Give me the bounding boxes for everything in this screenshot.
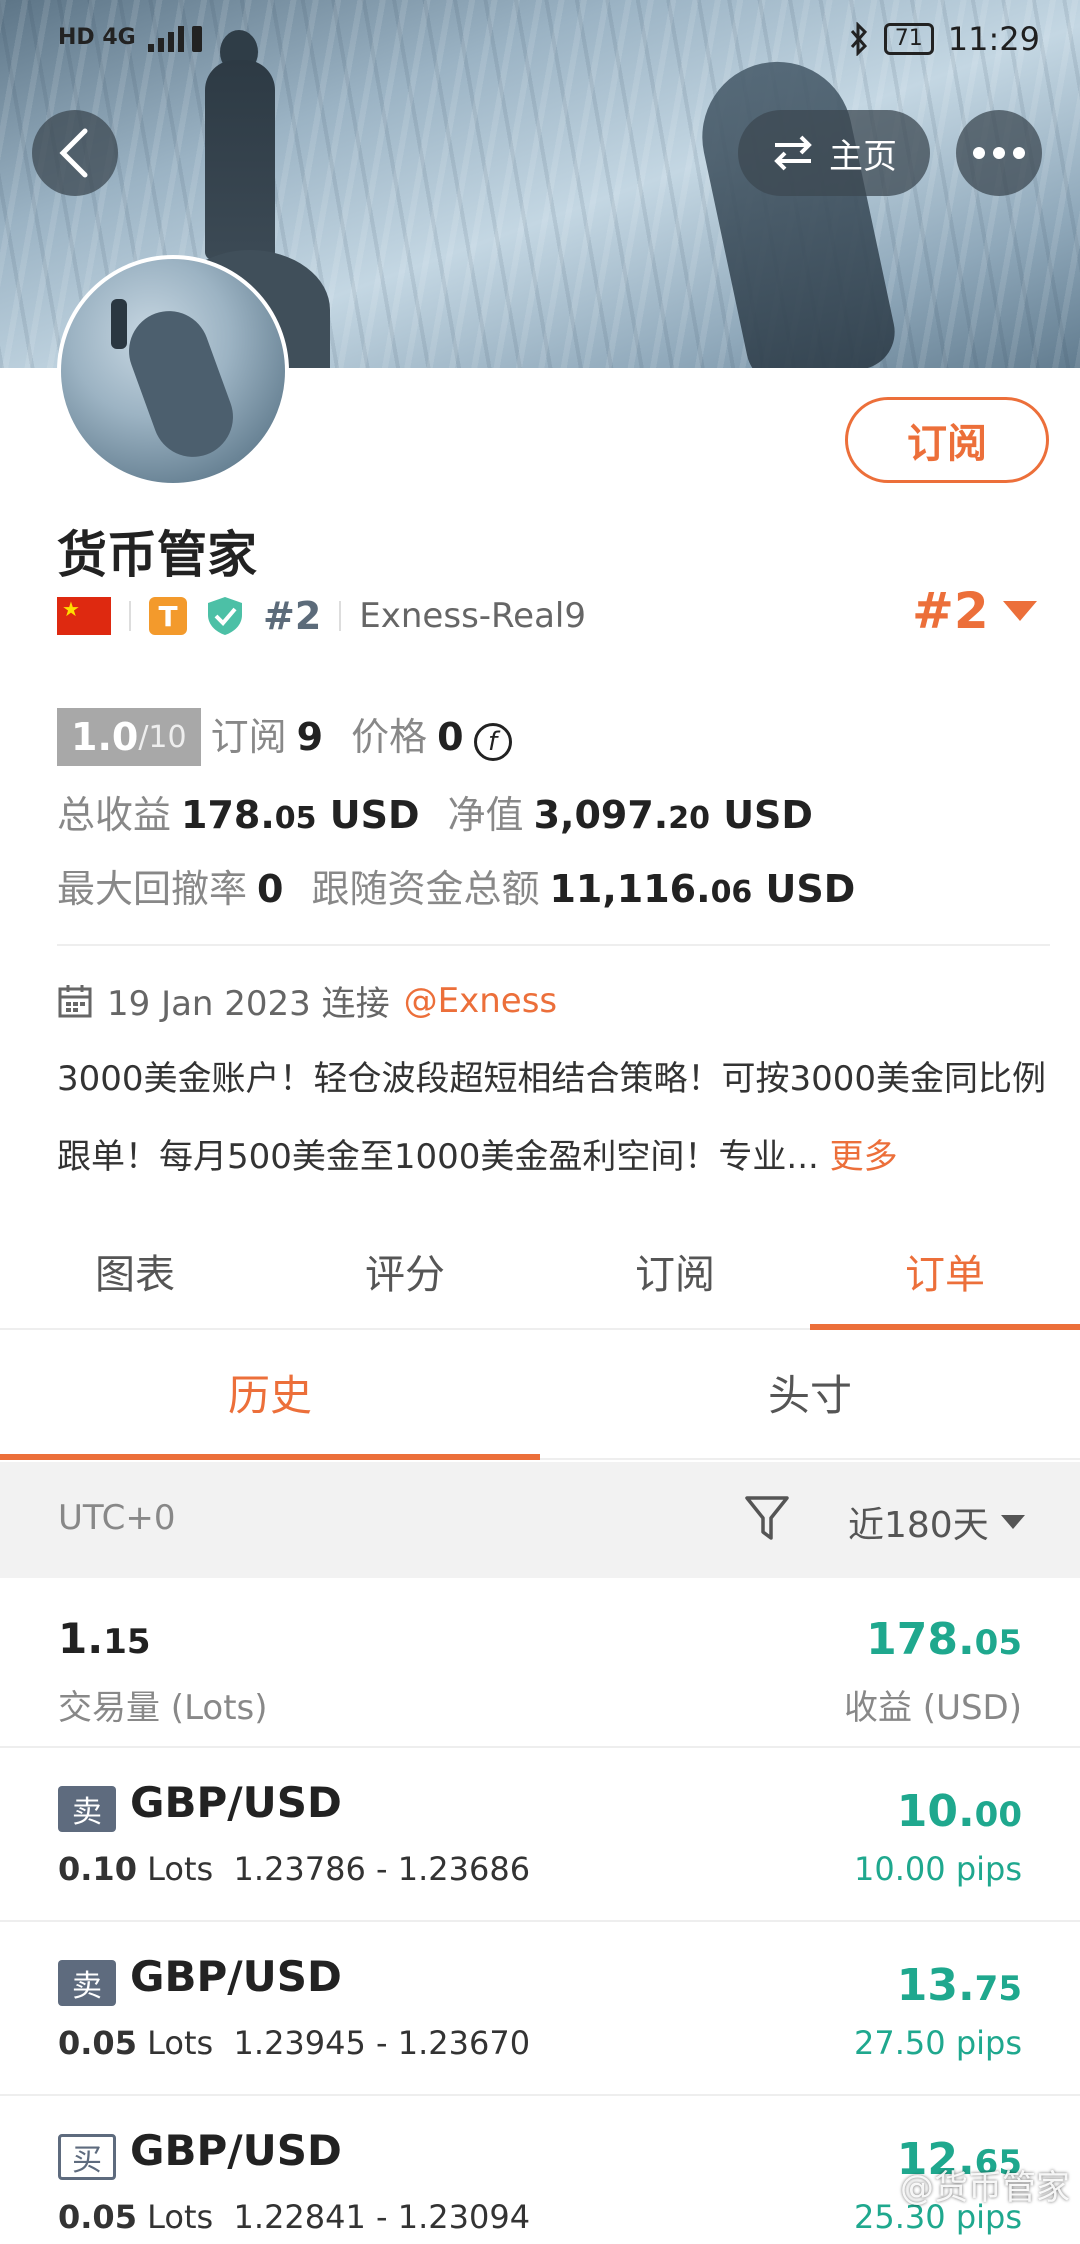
status-bar: HD 4G 71 11:29	[0, 0, 1080, 80]
stats-row-1: 1.0/10 订阅 9 价格 0 f	[57, 706, 512, 766]
subscribers-label: 订阅	[210, 715, 287, 759]
verified-shield-icon	[208, 597, 242, 635]
subtab-history[interactable]: 历史	[0, 1332, 540, 1460]
order-detail: 0.10 Lots 1.23786 - 1.23686	[58, 1850, 531, 1888]
chevron-left-icon	[59, 128, 88, 178]
subscribers-value: 9	[296, 715, 324, 759]
avatar[interactable]	[57, 255, 289, 487]
broker-link[interactable]: @Exness	[404, 981, 558, 1021]
rank-label: #2	[263, 594, 322, 638]
tab-chart[interactable]: 图表	[0, 1230, 270, 1328]
order-pips: 10.00 pips	[854, 1850, 1022, 1888]
strategy-description: 3000美金账户！轻仓波段超短相结合策略！可按3000美金同比例跟单！每月500…	[57, 1059, 1047, 1177]
follow-funds-label: 跟随资金总额	[311, 867, 540, 911]
total-lots: 1.15	[58, 1614, 151, 1663]
calendar-icon	[58, 984, 92, 1017]
trader-name: 货币管家	[57, 526, 257, 584]
side-tag-sell: 卖	[58, 1960, 116, 2006]
status-right: 71 11:29	[848, 20, 1040, 58]
home-button[interactable]: 主页	[738, 110, 930, 196]
order-subtabs: 历史 头寸	[0, 1332, 1080, 1460]
score-badge: 1.0/10	[57, 708, 201, 766]
more-dot-icon	[973, 147, 985, 159]
date-range-select[interactable]: 近180天	[848, 1496, 1025, 1548]
total-profit-label: 总收益	[57, 793, 172, 837]
home-button-label: 主页	[829, 136, 897, 177]
chevron-down-icon	[1000, 1515, 1025, 1529]
tab-rating[interactable]: 评分	[270, 1230, 540, 1328]
more-link[interactable]: 更多	[830, 1137, 898, 1177]
rank-dropdown[interactable]: #2	[912, 582, 1037, 640]
back-button[interactable]	[32, 110, 118, 196]
total-profit-label-usd: 收益 (USD)	[844, 1688, 1022, 1728]
order-row[interactable]: 卖 GBP/USD 0.10 Lots 1.23786 - 1.23686 10…	[0, 1750, 1080, 1922]
side-tag-buy: 买	[58, 2134, 116, 2180]
equity-label: 净值	[447, 793, 524, 837]
history-summary: 1.15 交易量 (Lots) 178.05 收益 (USD)	[0, 1578, 1080, 1748]
follow-funds-value: 11,116.06 USD	[549, 867, 856, 911]
badge-row: T #2 Exness-Real9	[57, 593, 586, 639]
side-tag-sell: 卖	[58, 1786, 116, 1832]
stats-row-2: 总收益 178.05 USD 净值 3,097.20 USD	[57, 784, 813, 839]
order-profit: 10.00	[896, 1786, 1022, 1837]
network-indicators: HD 4G	[58, 24, 136, 50]
main-tabs: 图表 评分 订阅 订单	[0, 1230, 1080, 1330]
watermark: @货币管家	[900, 2168, 1070, 2208]
order-row[interactable]: 卖 GBP/USD 0.05 Lots 1.23945 - 1.23670 13…	[0, 1924, 1080, 2096]
trader-level-badge: T	[149, 597, 187, 635]
banner-figure	[205, 60, 275, 260]
connect-date-row: 19 Jan 2023 连接 @Exness	[57, 976, 557, 1025]
order-pair: GBP/USD	[130, 1952, 342, 2001]
filter-icon[interactable]	[744, 1494, 790, 1544]
drawdown-value: 0	[257, 867, 284, 911]
subscribe-button[interactable]: 订阅	[845, 397, 1049, 483]
server-name: Exness-Real9	[359, 596, 586, 636]
timezone-label: UTC+0	[58, 1498, 176, 1538]
signal-icon	[147, 26, 202, 52]
subtab-positions[interactable]: 头寸	[540, 1332, 1080, 1458]
tab-orders[interactable]: 订单	[810, 1230, 1080, 1330]
equity-value: 3,097.20 USD	[533, 793, 813, 837]
order-pair: GBP/USD	[130, 1778, 342, 1827]
order-detail: 0.05 Lots 1.22841 - 1.23094	[58, 2198, 531, 2236]
coin-icon: f	[473, 723, 512, 761]
total-profit-value: 178.05 USD	[181, 793, 420, 837]
clock: 11:29	[947, 20, 1040, 58]
date-range-label: 近180天	[848, 1505, 989, 1546]
dropdown-arrow-icon	[1002, 601, 1037, 621]
connect-date: 19 Jan 2023 连接	[107, 984, 390, 1024]
order-pips: 27.50 pips	[854, 2024, 1022, 2062]
more-dot-icon	[1013, 147, 1025, 159]
stats-row-3: 最大回撤率 0 跟随资金总额 11,116.06 USD	[57, 858, 855, 913]
status-left: HD 4G	[58, 22, 206, 52]
more-dot-icon	[993, 147, 1005, 159]
battery-indicator: 71	[883, 23, 934, 55]
bluetooth-icon	[850, 22, 867, 56]
total-lots-label: 交易量 (Lots)	[58, 1688, 268, 1728]
more-button[interactable]	[956, 110, 1042, 196]
order-profit: 13.75	[896, 1960, 1022, 2011]
drawdown-label: 最大回撤率	[57, 867, 248, 911]
order-detail: 0.05 Lots 1.23945 - 1.23670	[58, 2024, 531, 2062]
total-profit: 178.05	[866, 1614, 1022, 1665]
order-pair: GBP/USD	[130, 2126, 342, 2175]
china-flag-icon	[57, 597, 111, 635]
price-value: 0	[437, 715, 464, 759]
swap-icon	[774, 135, 812, 171]
tab-subscription[interactable]: 订阅	[540, 1230, 810, 1328]
filter-bar: UTC+0 近180天	[0, 1462, 1080, 1578]
rank-big-label: #2	[912, 582, 989, 640]
price-label: 价格	[351, 715, 428, 759]
